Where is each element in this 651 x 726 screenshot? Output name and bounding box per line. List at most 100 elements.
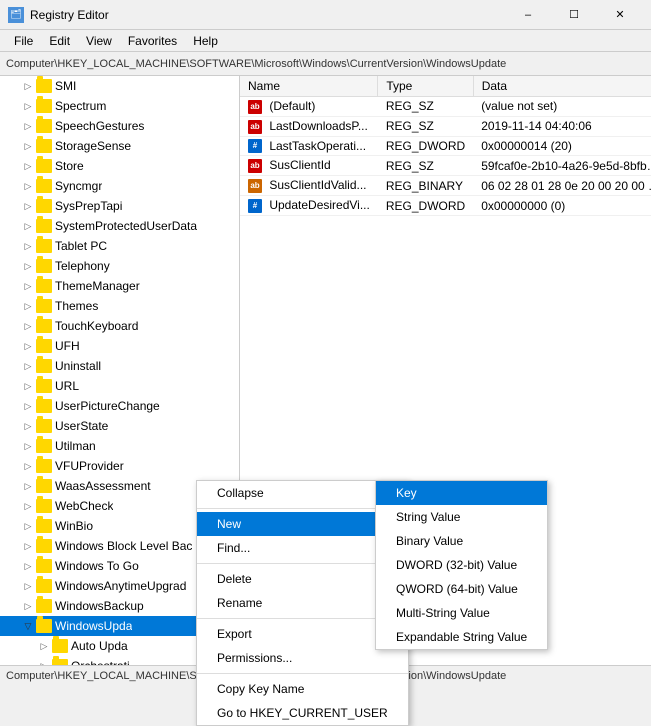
tree-arrow: ▷ [20,98,36,114]
tree-arrow: ▷ [36,638,52,654]
col-data: Data [473,76,651,97]
folder-icon [36,119,52,133]
tree-item-Utilman[interactable]: ▷ Utilman [0,436,239,456]
menu-file[interactable]: File [6,32,41,50]
tree-item-UserPictureChange[interactable]: ▷ UserPictureChange [0,396,239,416]
tree-item-Spectrum[interactable]: ▷ Spectrum [0,96,239,116]
cell-type: REG_DWORD [378,196,473,216]
submenu-key[interactable]: Key [376,481,547,505]
tree-label: Store [55,159,84,173]
col-type: Type [378,76,473,97]
folder-icon [36,319,52,333]
reg-icon: # [248,139,262,153]
folder-icon [36,179,52,193]
tree-arrow: ▷ [20,298,36,314]
tree-label: Themes [55,299,98,313]
submenu-dword[interactable]: DWORD (32-bit) Value [376,553,547,577]
tree-item-UFH[interactable]: ▷ UFH [0,336,239,356]
title-bar: 🗂 Registry Editor – ☐ ✕ [0,0,651,30]
tree-label: WebCheck [55,499,113,513]
tree-item-TouchKeyboard[interactable]: ▷ TouchKeyboard [0,316,239,336]
folder-icon [36,279,52,293]
tree-arrow: ▷ [20,238,36,254]
tree-item-SysPrepTapi[interactable]: ▷ SysPrepTapi [0,196,239,216]
submenu-multistring[interactable]: Multi-String Value [376,601,547,625]
tree-item-Store[interactable]: ▷ Store [0,156,239,176]
tree-label: Telephony [55,259,110,273]
submenu-binary[interactable]: Binary Value [376,529,547,553]
tree-item-SpeechGestures[interactable]: ▷ SpeechGestures [0,116,239,136]
folder-icon [36,239,52,253]
cell-data: 59fcaf0e-2b10-4a26-9e5d-8bfb1c79222d [473,156,651,176]
tree-arrow: ▷ [20,278,36,294]
folder-icon [36,219,52,233]
folder-icon [36,499,52,513]
tree-arrow: ▷ [36,658,52,665]
tree-label: WindowsAnytimeUpgrad [55,579,186,593]
folder-icon [36,439,52,453]
tree-label: Tablet PC [55,239,107,253]
tree-arrow: ▷ [20,198,36,214]
tree-item-ThemeManager[interactable]: ▷ ThemeManager [0,276,239,296]
folder-icon [36,339,52,353]
table-row[interactable]: ab LastDownloadsP...REG_SZ2019-11-14 04:… [240,116,651,136]
tree-item-TabletPC[interactable]: ▷ Tablet PC [0,236,239,256]
reg-icon: ab [248,120,262,134]
menu-bar: File Edit View Favorites Help [0,30,651,52]
tree-item-Syncmgr[interactable]: ▷ Syncmgr [0,176,239,196]
cell-type: REG_SZ [378,116,473,136]
menu-help[interactable]: Help [185,32,226,50]
tree-label: Auto Upda [71,639,128,653]
folder-icon [36,559,52,573]
menu-view[interactable]: View [78,32,120,50]
tree-item-StorageSense[interactable]: ▷ StorageSense [0,136,239,156]
tree-arrow: ▷ [20,438,36,454]
tree-label: Syncmgr [55,179,102,193]
tree-item-SystemProtected[interactable]: ▷ SystemProtectedUserData [0,216,239,236]
menu-favorites[interactable]: Favorites [120,32,185,50]
tree-arrow: ▷ [20,338,36,354]
tree-label: WindowsUpda [55,619,132,633]
table-row[interactable]: # UpdateDesiredVi...REG_DWORD0x00000000 … [240,196,651,216]
table-row[interactable]: ab SusClientIdValid...REG_BINARY06 02 28… [240,176,651,196]
reg-icon: # [248,199,262,213]
tree-item-Uninstall[interactable]: ▷ Uninstall [0,356,239,376]
cell-type: REG_BINARY [378,176,473,196]
context-copy-key[interactable]: Copy Key Name [197,677,408,701]
submenu-qword[interactable]: QWORD (64-bit) Value [376,577,547,601]
cell-data: 2019-11-14 04:40:06 [473,116,651,136]
tree-item-Themes[interactable]: ▷ Themes [0,296,239,316]
tree-arrow: ▷ [20,118,36,134]
reg-icon: ab [248,179,262,193]
tree-label: SysPrepTapi [55,199,122,213]
tree-label: Spectrum [55,99,106,113]
table-row[interactable]: # LastTaskOperati...REG_DWORD0x00000014 … [240,136,651,156]
tree-item-UserState[interactable]: ▷ UserState [0,416,239,436]
tree-item-Telephony[interactable]: ▷ Telephony [0,256,239,276]
folder-icon [36,99,52,113]
cell-type: REG_SZ [378,97,473,117]
maximize-button[interactable]: ☐ [551,0,597,30]
table-row[interactable]: ab (Default)REG_SZ(value not set) [240,97,651,117]
reg-icon: ab [248,159,262,173]
tree-label: WinBio [55,519,93,533]
table-row[interactable]: ab SusClientIdREG_SZ59fcaf0e-2b10-4a26-9… [240,156,651,176]
tree-item-URL[interactable]: ▷ URL [0,376,239,396]
tree-item-SMI[interactable]: ▷ SMI [0,76,239,96]
tree-item-VFUProvider[interactable]: ▷ VFUProvider [0,456,239,476]
col-name: Name [240,76,378,97]
folder-icon [36,79,52,93]
submenu-string[interactable]: String Value [376,505,547,529]
context-goto-hkcu[interactable]: Go to HKEY_CURRENT_USER [197,701,408,725]
tree-label: UFH [55,339,80,353]
close-button[interactable]: ✕ [597,0,643,30]
tree-arrow: ▷ [20,558,36,574]
window-controls: – ☐ ✕ [505,0,643,30]
cell-data: (value not set) [473,97,651,117]
tree-label: Windows To Go [55,559,139,573]
minimize-button[interactable]: – [505,0,551,30]
submenu[interactable]: Key String Value Binary Value DWORD (32-… [375,480,548,650]
menu-edit[interactable]: Edit [41,32,78,50]
tree-arrow: ▷ [20,138,36,154]
submenu-expandable[interactable]: Expandable String Value [376,625,547,649]
